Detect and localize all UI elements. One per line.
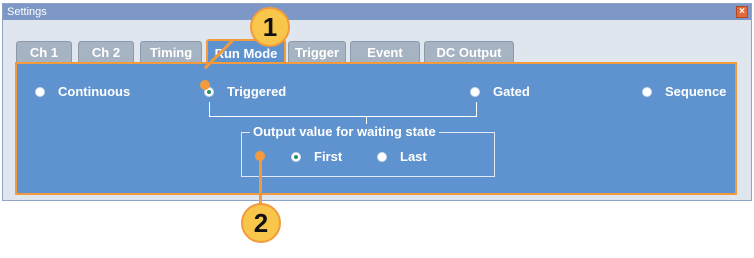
radio-label: Last xyxy=(400,149,427,164)
tab-event[interactable]: Event xyxy=(350,41,420,63)
radio-button-icon[interactable] xyxy=(642,86,652,97)
run-mode-panel: Continuous Triggered Gated Sequence Outp… xyxy=(15,62,737,195)
radio-button-icon[interactable] xyxy=(377,151,387,162)
tab-trigger[interactable]: Trigger xyxy=(288,41,346,63)
radio-label: Sequence xyxy=(665,84,727,99)
radio-button-icon[interactable] xyxy=(470,86,480,97)
radio-triggered[interactable]: Triggered xyxy=(204,84,286,99)
radio-button-icon[interactable] xyxy=(35,86,45,97)
radio-label: Triggered xyxy=(227,84,287,99)
title-bar: Settings × xyxy=(3,4,751,20)
tab-dc-output[interactable]: DC Output xyxy=(424,41,514,63)
radio-button-selected-icon[interactable] xyxy=(291,151,301,162)
radio-last[interactable]: Last xyxy=(377,149,427,164)
waiting-state-group: Output value for waiting state First Las… xyxy=(241,124,495,177)
callout-2-badge: 2 xyxy=(241,203,281,243)
radio-continuous[interactable]: Continuous xyxy=(35,84,130,99)
radio-gated[interactable]: Gated xyxy=(470,84,530,99)
radio-label: First xyxy=(314,149,343,164)
radio-label: Continuous xyxy=(58,84,131,99)
radio-first[interactable]: First xyxy=(291,149,342,164)
group-title: Output value for waiting state xyxy=(250,124,439,140)
tab-ch1[interactable]: Ch 1 xyxy=(16,41,72,63)
tab-timing[interactable]: Timing xyxy=(140,41,202,63)
radio-label: Gated xyxy=(493,84,530,99)
callout-1-target-dot xyxy=(200,80,210,90)
callout-1-badge: 1 xyxy=(250,7,290,47)
tab-ch2[interactable]: Ch 2 xyxy=(78,41,134,63)
grouping-bracket xyxy=(209,102,477,117)
callout-2-target-dot xyxy=(255,151,265,161)
radio-sequence[interactable]: Sequence xyxy=(642,84,726,99)
window-title: Settings xyxy=(7,6,47,18)
close-button[interactable]: × xyxy=(736,6,748,18)
